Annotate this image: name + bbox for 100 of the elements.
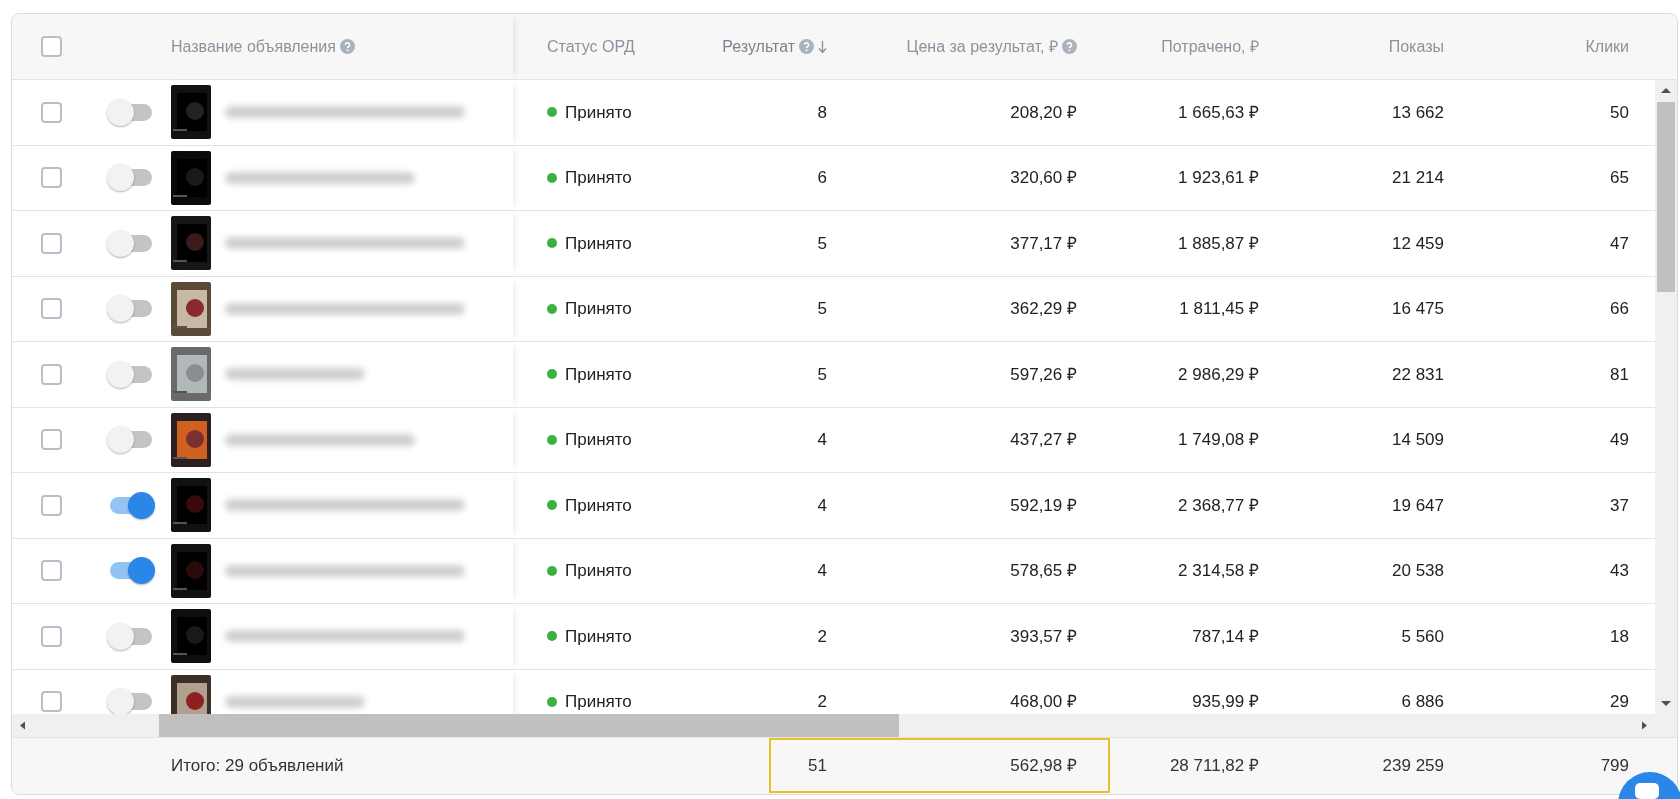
table-cell-text: 935,99 ₽ <box>1192 691 1259 713</box>
table-cell-text: 5 <box>817 232 827 255</box>
table-cell-text: 22 831 <box>1392 363 1444 386</box>
scrollbar-thumb[interactable] <box>1657 102 1675 292</box>
table-cell-text: 1 749,08 ₽ <box>1178 429 1259 451</box>
status-text: Принято <box>565 494 632 517</box>
table-cell-text: 320,60 ₽ <box>1010 167 1077 189</box>
table-cell-text: 1 811,45 ₽ <box>1179 298 1259 320</box>
table-cell-text: 1 923,61 ₽ <box>1178 167 1259 189</box>
column-header[interactable]: Потрачено, ₽ <box>1161 34 1259 59</box>
help-icon[interactable] <box>339 39 355 54</box>
table-cell-text: 13 662 <box>1392 101 1444 124</box>
table-cell-text: 4 <box>817 560 827 582</box>
total-value: 28 711,82 ₽ <box>1169 755 1259 778</box>
column-header[interactable]: Статус ОРД <box>547 34 635 59</box>
table-cell-text: 49 <box>1610 429 1629 451</box>
table-cell-text: 468,00 ₽ <box>1010 691 1077 713</box>
table-cell-text: 65 <box>1610 167 1629 189</box>
table-cell-text: 362,29 ₽ <box>1010 298 1077 320</box>
table-cell-text: 14 509 <box>1392 429 1444 451</box>
table-cell-text: 2 <box>817 625 827 648</box>
table-cell-text: 18 <box>1610 625 1629 648</box>
checkbox[interactable] <box>41 101 62 123</box>
table-cell-text: 578,65 ₽ <box>1010 560 1077 582</box>
status-dot <box>547 565 557 576</box>
status-text: Принято <box>565 363 632 386</box>
column-header[interactable]: Результат <box>722 34 795 59</box>
table-cell-text: 5 <box>817 363 827 386</box>
table-cell-text: 597,26 ₽ <box>1010 363 1077 386</box>
table-cell-text: 1 885,87 ₽ <box>1178 232 1259 255</box>
checkbox[interactable] <box>41 363 62 385</box>
table-cell-text: 19 647 <box>1392 494 1444 517</box>
table-cell-text: 437,27 ₽ <box>1010 429 1077 451</box>
table-cell-text: 1 665,63 ₽ <box>1178 101 1259 124</box>
table-cell-text: 66 <box>1610 298 1629 320</box>
status-dot <box>547 303 557 314</box>
checkbox[interactable] <box>41 232 62 254</box>
chat-icon <box>1634 782 1660 799</box>
column-header[interactable]: Цена за результат, ₽ <box>906 34 1058 59</box>
checkbox[interactable] <box>41 36 62 57</box>
table-cell-text: 81 <box>1610 363 1629 386</box>
checkbox[interactable] <box>41 625 62 647</box>
table-cell-text: 4 <box>817 429 827 451</box>
checkbox[interactable] <box>41 560 62 582</box>
column-header[interactable]: Показы <box>1388 34 1444 59</box>
table-cell-text: 43 <box>1610 560 1629 582</box>
table-cell-text: 21 214 <box>1392 167 1444 189</box>
status-text: Принято <box>565 232 632 255</box>
table-cell-text: 377,17 ₽ <box>1010 232 1077 255</box>
status-text: Принято <box>565 298 632 320</box>
status-dot <box>547 369 557 380</box>
table-cell-text: 37 <box>1610 494 1629 517</box>
scrollbar-thumb[interactable] <box>159 714 899 737</box>
table-cell-text: 29 <box>1610 691 1629 713</box>
table-cell-text: 787,14 ₽ <box>1192 625 1259 648</box>
status-text: Принято <box>565 625 632 648</box>
checkbox[interactable] <box>41 691 62 713</box>
total-value: 562,98 ₽ <box>1010 755 1077 778</box>
status-dot <box>547 500 557 511</box>
help-icon[interactable] <box>1062 39 1077 54</box>
column-header[interactable]: Название объявления <box>171 34 336 59</box>
status-dot <box>547 434 557 445</box>
total-label: Итого: 29 объявлений <box>171 755 344 778</box>
checkbox[interactable] <box>41 429 62 451</box>
table-cell-text: 6 <box>817 167 827 189</box>
table-cell-text: 47 <box>1610 232 1629 255</box>
status-dot <box>547 107 557 118</box>
status-dot <box>547 172 557 183</box>
table-cell-text: 208,20 ₽ <box>1010 101 1077 124</box>
status-text: Принято <box>565 691 632 713</box>
sort-arrow-icon[interactable] <box>818 39 827 54</box>
table-cell-text: 20 538 <box>1392 560 1444 582</box>
table-cell-text: 16 475 <box>1392 298 1444 320</box>
table-cell-text: 50 <box>1610 101 1629 124</box>
table-cell-text: 393,57 ₽ <box>1010 625 1077 648</box>
table-cell-text: 2 986,29 ₽ <box>1178 363 1259 386</box>
table-cell-text: 6 886 <box>1401 691 1444 713</box>
table-cell-text: 5 560 <box>1401 625 1444 648</box>
checkbox[interactable] <box>41 298 62 320</box>
status-text: Принято <box>565 167 632 189</box>
status-text: Принято <box>565 560 632 582</box>
column-header[interactable]: Клики <box>1585 34 1629 59</box>
table-cell-text: 12 459 <box>1392 232 1444 255</box>
total-value: 51 <box>808 755 827 778</box>
table-cell-text: 5 <box>817 298 827 320</box>
status-text: Принято <box>565 101 632 124</box>
status-dot <box>547 238 557 249</box>
total-value: 799 <box>1600 755 1629 778</box>
table-cell-text: 2 314,58 ₽ <box>1178 560 1259 582</box>
table-cell-text: 2 <box>817 691 827 713</box>
checkbox[interactable] <box>41 167 62 189</box>
checkbox[interactable] <box>41 494 62 516</box>
total-value: 239 259 <box>1382 755 1444 778</box>
status-text: Принято <box>565 429 632 451</box>
table-cell-text: 2 368,77 ₽ <box>1178 494 1259 517</box>
status-dot <box>547 696 557 707</box>
help-icon[interactable] <box>799 39 814 54</box>
table-cell-text: 592,19 ₽ <box>1010 494 1077 517</box>
status-dot <box>547 631 557 642</box>
table-cell-text: 4 <box>817 494 827 517</box>
